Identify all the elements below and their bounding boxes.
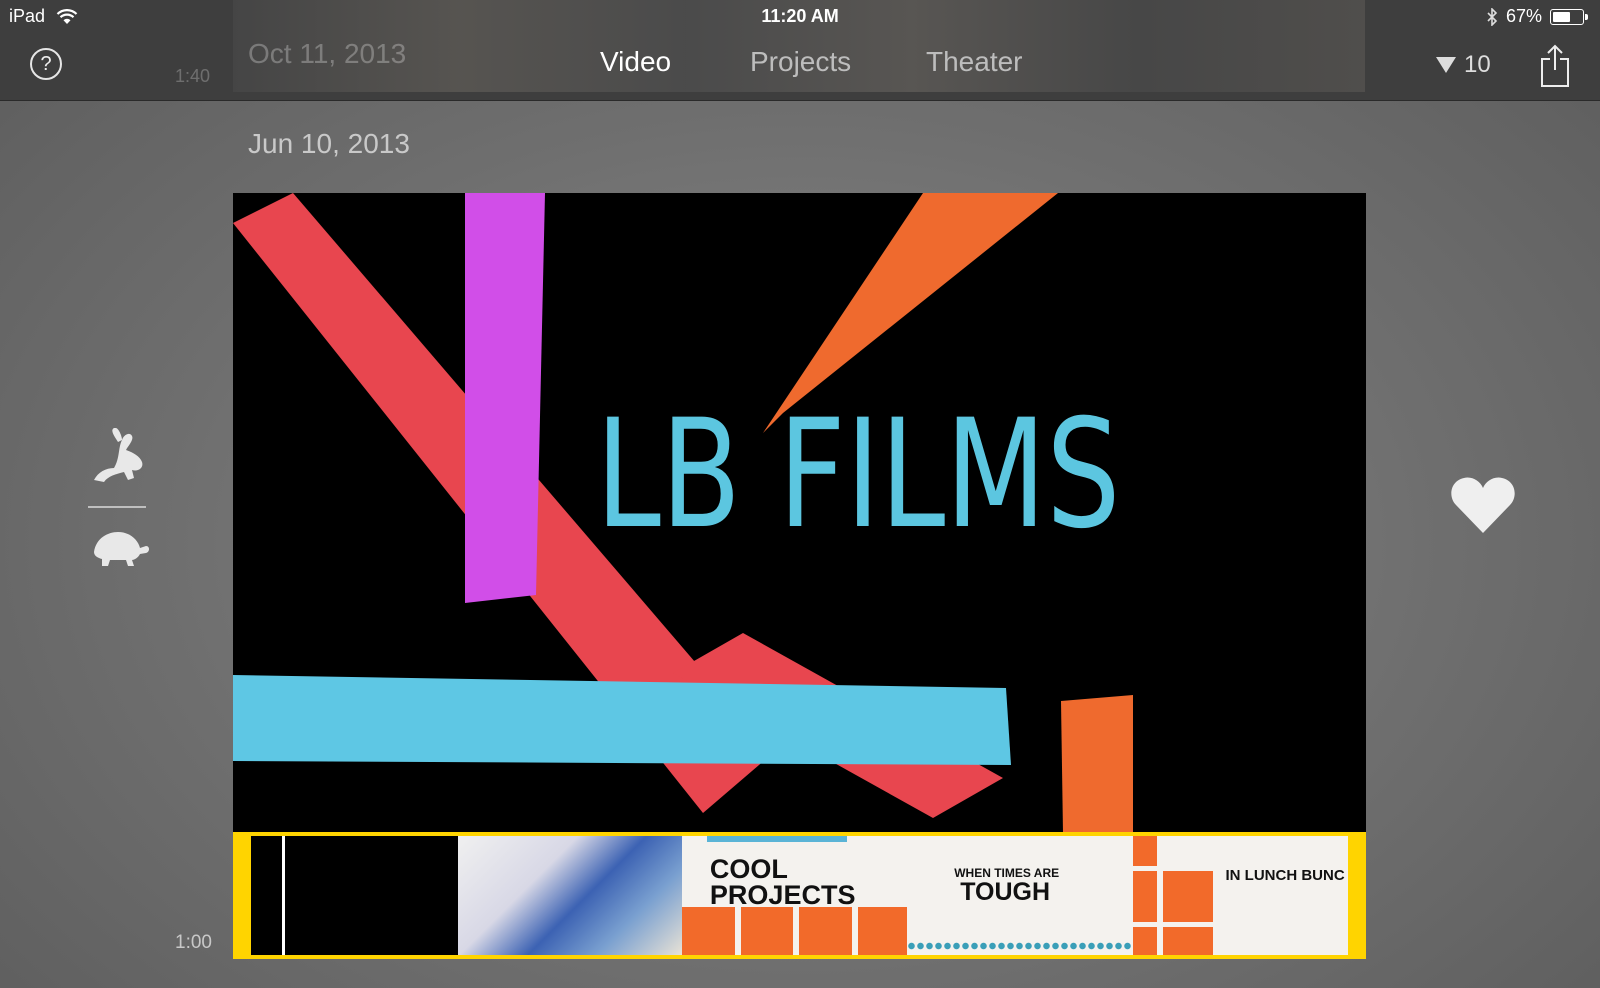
triangle-down-icon — [1436, 57, 1456, 73]
battery-icon — [1550, 8, 1588, 25]
playhead[interactable] — [282, 836, 285, 955]
tab-projects[interactable]: Projects — [750, 46, 851, 78]
filmstrip-frame-cool-projects[interactable]: COOL PROJECTS — [681, 836, 908, 955]
frame-gap — [1132, 922, 1213, 927]
frame-accent-line — [707, 836, 848, 842]
frame-title-line1: COOL — [709, 854, 788, 884]
frame-title: TOUGH — [960, 878, 1051, 906]
battery-fill — [1553, 11, 1571, 22]
filmstrip-frame-tough[interactable]: WHEN TIMES ARE TOUGH — [907, 836, 1133, 955]
filmstrip-frames: COOL PROJECTS WHEN TIMES ARE TOUGH IN LU… — [251, 836, 1348, 955]
frame-block — [1162, 870, 1213, 955]
frame-dots — [907, 941, 1133, 951]
clip-date-label: Jun 10, 2013 — [248, 128, 410, 159]
filmstrip-frame-photo[interactable] — [457, 836, 682, 955]
tab-bar: Video Projects Theater — [0, 46, 1600, 86]
heart-icon[interactable] — [1450, 475, 1516, 535]
frame-title-line2: PROJECTS — [709, 880, 856, 910]
frame-block — [1132, 836, 1157, 955]
frame-title: IN LUNCH BUNC — [1225, 867, 1345, 884]
timeline-filmstrip[interactable]: COOL PROJECTS WHEN TIMES ARE TOUGH IN LU… — [233, 832, 1366, 959]
video-frame-art: LB FILMS — [233, 193, 1133, 833]
share-icon[interactable] — [1540, 44, 1570, 88]
filter-count: 10 — [1464, 51, 1491, 78]
video-title: LB FILMS — [596, 387, 1121, 562]
orange-block — [1061, 695, 1133, 833]
tab-theater[interactable]: Theater — [926, 46, 1023, 78]
frame-gap — [1132, 866, 1213, 871]
battery-percent: 67% — [1505, 6, 1542, 26]
video-preview[interactable]: LB FILMS — [233, 193, 1366, 833]
status-right: 67% — [1486, 6, 1588, 27]
status-time: 11:20 AM — [761, 6, 839, 26]
cyan-stripe — [233, 675, 1011, 765]
magenta-stripe — [465, 193, 545, 603]
filmstrip-frame-lunch[interactable]: IN LUNCH BUNC — [1132, 836, 1348, 955]
top-bar: iPad 11:20 AM 67% ? Oct 11, 2013 1:40 Vi… — [0, 0, 1600, 101]
bluetooth-icon — [1487, 7, 1498, 26]
frame-blocks — [681, 907, 908, 955]
clip-duration-label: 1:00 — [175, 932, 212, 953]
frame-title: COOL PROJECTS — [709, 854, 856, 910]
rabbit-icon[interactable] — [88, 428, 146, 484]
filter-button[interactable]: 10 — [1436, 51, 1491, 79]
turtle-icon[interactable] — [88, 528, 150, 568]
filmstrip-frame-black[interactable] — [251, 836, 458, 955]
tab-video[interactable]: Video — [600, 46, 671, 78]
speed-divider — [88, 506, 146, 508]
